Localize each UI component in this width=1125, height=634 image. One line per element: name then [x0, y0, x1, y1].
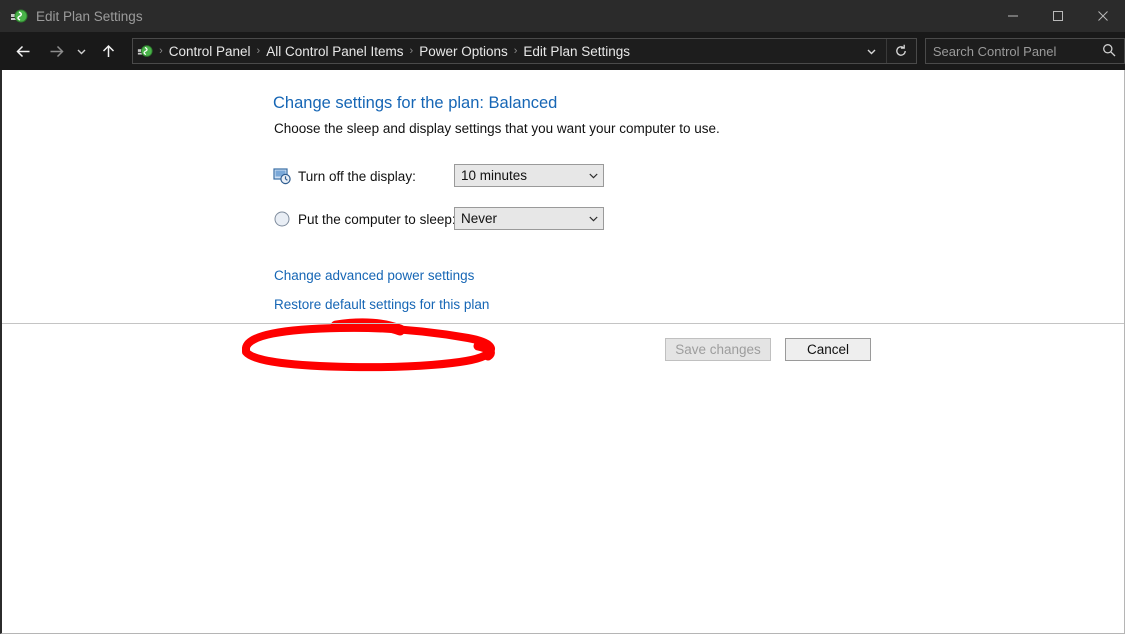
up-arrow-icon[interactable] — [95, 32, 122, 70]
link-restore-default-settings[interactable]: Restore default settings for this plan — [274, 297, 489, 312]
recent-locations-chevron-down-icon[interactable] — [72, 32, 92, 70]
maximize-button[interactable] — [1035, 0, 1080, 32]
power-plug-icon — [10, 7, 28, 25]
sleep-moon-icon — [273, 210, 291, 228]
put-computer-to-sleep-dropdown[interactable]: Never — [454, 207, 604, 230]
close-button[interactable] — [1080, 0, 1125, 32]
put-computer-to-sleep-value: Never — [461, 211, 498, 226]
address-bar[interactable]: › Control Panel › All Control Panel Item… — [132, 38, 917, 64]
setting-label-put-computer-to-sleep: Put the computer to sleep: — [298, 211, 456, 227]
breadcrumb-item-all-control-panel-items[interactable]: All Control Panel Items — [262, 44, 407, 59]
back-icon[interactable] — [10, 32, 37, 70]
window-controls — [990, 0, 1125, 32]
content-area: Change settings for the plan: Balanced C… — [0, 70, 1125, 634]
page-title: Change settings for the plan: Balanced — [273, 94, 558, 112]
breadcrumb-separator-0: › — [159, 45, 163, 57]
link-change-advanced-power-settings[interactable]: Change advanced power settings — [274, 268, 474, 283]
section-divider — [2, 323, 1124, 324]
breadcrumb-separator-1: › — [256, 45, 261, 57]
forward-icon[interactable] — [43, 32, 70, 70]
red-ellipse-annotation — [232, 318, 507, 373]
breadcrumb-item-edit-plan-settings[interactable]: Edit Plan Settings — [519, 44, 634, 59]
cancel-button[interactable]: Cancel — [785, 338, 871, 361]
navigation-bar: › Control Panel › All Control Panel Item… — [0, 32, 1125, 70]
setting-row-put-computer-to-sleep: Put the computer to sleep: — [273, 206, 456, 232]
history-chevron-down-icon[interactable] — [858, 39, 886, 63]
search-input[interactable] — [925, 40, 1096, 62]
turn-off-display-dropdown[interactable]: 10 minutes — [454, 164, 604, 187]
search-icon[interactable] — [1102, 43, 1116, 62]
setting-row-turn-off-display: Turn off the display: — [273, 163, 416, 189]
breadcrumb-item-control-panel[interactable]: Control Panel — [165, 44, 255, 59]
window-title: Edit Plan Settings — [36, 8, 143, 24]
setting-label-turn-off-display: Turn off the display: — [298, 168, 416, 184]
edit-plan-settings-window: ...... Edit Plan Settings — [0, 0, 1125, 634]
chevron-down-icon[interactable] — [583, 213, 603, 224]
turn-off-display-value: 10 minutes — [461, 168, 528, 183]
breadcrumb-separator-2: › — [409, 45, 414, 57]
search-box[interactable] — [924, 38, 1125, 64]
address-bar-actions — [858, 39, 916, 63]
address-power-plug-icon — [137, 43, 153, 59]
page-subtitle: Choose the sleep and display settings th… — [274, 121, 720, 136]
breadcrumb-item-power-options[interactable]: Power Options — [415, 44, 512, 59]
breadcrumb: › Control Panel › All Control Panel Item… — [157, 44, 634, 59]
display-clock-icon — [273, 167, 291, 185]
breadcrumb-separator-3: › — [513, 45, 518, 57]
title-bar: ...... Edit Plan Settings — [0, 0, 1125, 32]
refresh-icon[interactable] — [885, 39, 916, 63]
minimize-button[interactable] — [990, 0, 1035, 32]
chevron-down-icon[interactable] — [583, 170, 603, 181]
clipped-title-remnant: ...... — [148, 0, 258, 6]
save-changes-button[interactable]: Save changes — [665, 338, 771, 361]
button-row: Save changes Cancel — [665, 338, 871, 361]
